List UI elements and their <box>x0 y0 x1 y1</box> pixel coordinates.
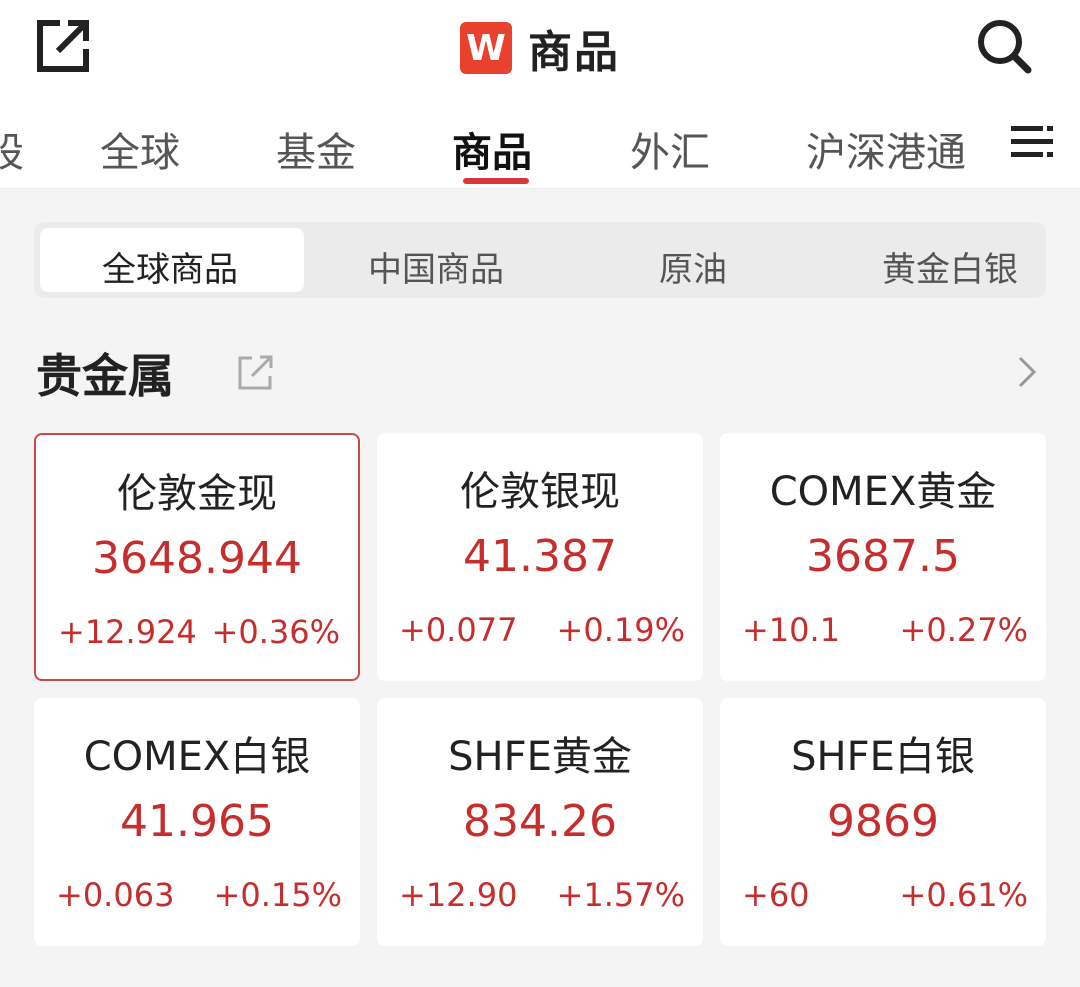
quote-change: +12.90 <box>399 876 518 914</box>
quote-name: 伦敦金现 <box>117 471 277 517</box>
subtab-gold-silver[interactable]: 黄金白银 <box>882 242 1018 291</box>
app-header: W 商品 <box>0 0 1080 100</box>
quote-price: 3687.5 <box>806 531 960 582</box>
quote-price: 834.26 <box>463 796 617 847</box>
quote-price: 41.387 <box>463 531 617 582</box>
quote-change-percent: +0.27% <box>899 611 1028 649</box>
quote-card-london-silver[interactable]: 伦敦银现 41.387 +0.077 +0.19% <box>377 433 703 681</box>
quote-change: +10.1 <box>742 611 841 649</box>
tab-commodities[interactable]: 商品 <box>452 120 532 178</box>
quote-name: COMEX黄金 <box>769 469 997 515</box>
header-title-group: W 商品 <box>0 18 1080 78</box>
quote-change: +60 <box>742 876 810 914</box>
tab-stocks[interactable]: 股 <box>0 120 24 178</box>
quote-card-shfe-gold[interactable]: SHFE黄金 834.26 +12.90 +1.57% <box>377 698 703 946</box>
quote-card-comex-gold[interactable]: COMEX黄金 3687.5 +10.1 +0.27% <box>720 433 1046 681</box>
search-icon <box>975 17 1033 79</box>
subtab-global-commodities[interactable]: 全球商品 <box>102 242 238 291</box>
quote-card-comex-silver[interactable]: COMEX白银 41.965 +0.063 +0.15% <box>34 698 360 946</box>
section-title: 贵金属 <box>36 349 174 403</box>
quote-price: 41.965 <box>120 796 274 847</box>
quote-change-percent: +0.15% <box>213 876 342 914</box>
quote-price: 3648.944 <box>92 533 302 584</box>
top-tab-bar: 股 全球 基金 商品 外汇 沪深港通 <box>0 100 1080 189</box>
quote-change-percent: +1.57% <box>556 876 685 914</box>
tab-funds[interactable]: 基金 <box>276 120 356 178</box>
subtab-crude-oil[interactable]: 原油 <box>659 242 727 291</box>
quote-name: 伦敦银现 <box>460 469 620 515</box>
sub-tab-bar: 全球商品 中国商品 原油 黄金白银 <box>34 222 1046 298</box>
search-button[interactable] <box>972 16 1036 80</box>
quote-change: +0.077 <box>399 611 518 649</box>
section-more-button[interactable] <box>1010 352 1050 396</box>
quote-card-london-gold[interactable]: 伦敦金现 3648.944 +12.924 +0.36% <box>34 433 360 681</box>
app-logo: W <box>460 22 512 74</box>
quote-change: +12.924 <box>58 613 197 651</box>
share-icon <box>236 355 276 396</box>
quote-card-shfe-silver[interactable]: SHFE白银 9869 +60 +0.61% <box>720 698 1046 946</box>
quote-name: SHFE白银 <box>791 734 975 780</box>
quote-name: SHFE黄金 <box>448 734 632 780</box>
quote-price: 9869 <box>827 796 939 847</box>
tab-global[interactable]: 全球 <box>100 120 180 178</box>
menu-icon <box>1009 122 1055 166</box>
tab-stock-connect[interactable]: 沪深港通 <box>806 120 966 178</box>
quote-change-percent: +0.61% <box>899 876 1028 914</box>
section-share-button[interactable] <box>236 352 280 396</box>
quote-name: COMEX白银 <box>83 734 311 780</box>
quote-change-percent: +0.19% <box>556 611 685 649</box>
tab-forex[interactable]: 外汇 <box>630 120 710 178</box>
page-title: 商品 <box>528 27 620 78</box>
chevron-right-icon <box>1010 356 1040 396</box>
quote-change: +0.063 <box>56 876 175 914</box>
tab-menu-button[interactable] <box>984 100 1080 188</box>
quote-change-percent: +0.36% <box>211 613 340 651</box>
active-tab-indicator <box>463 178 529 184</box>
subtab-china-commodities[interactable]: 中国商品 <box>368 242 504 291</box>
